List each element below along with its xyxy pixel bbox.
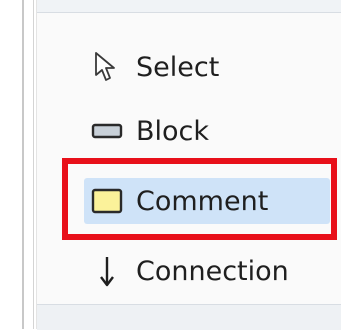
block-rectangle-icon — [84, 108, 130, 154]
tool-comment[interactable]: Comment — [84, 178, 330, 224]
tool-comment-label: Comment — [136, 185, 269, 217]
left-gutter — [0, 0, 34, 329]
palette-header — [37, 0, 341, 13]
down-arrow-icon — [84, 248, 130, 294]
tool-block[interactable]: Block — [84, 108, 330, 154]
arrow-cursor-icon — [84, 44, 130, 90]
panel-divider[interactable] — [22, 0, 24, 329]
comment-note-icon — [84, 178, 130, 224]
panel-border — [33, 0, 34, 329]
palette-footer — [37, 304, 341, 330]
tool-block-label: Block — [136, 115, 210, 147]
tool-select[interactable]: Select — [84, 44, 330, 90]
tool-connection[interactable]: Connection — [84, 248, 330, 294]
tool-connection-label: Connection — [136, 255, 289, 287]
tool-select-label: Select — [136, 51, 220, 83]
